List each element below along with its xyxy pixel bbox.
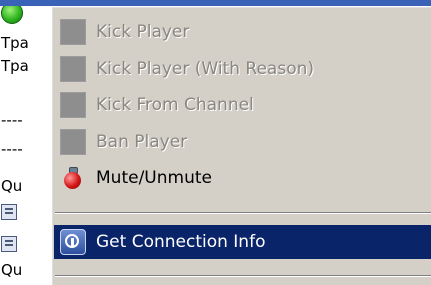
- menu-item-label: Kick Player (With Reason): [96, 59, 314, 79]
- menu-item-label: Get Connection Info: [96, 232, 266, 252]
- menu-separator: [55, 212, 431, 214]
- channel-icon: [1, 236, 17, 252]
- player-list-row-text: ----: [1, 111, 23, 129]
- menu-item-kick-player-with-reason[interactable]: Kick Player (With Reason): [54, 52, 431, 86]
- menu-item-label: Kick Player: [96, 22, 190, 42]
- screen: Tpa Tpa ---- ---- Qu Qu Kick Player Kick…: [0, 0, 431, 285]
- menu-item-kick-player[interactable]: Kick Player: [54, 15, 431, 49]
- player-list-row-text: ----: [1, 140, 23, 158]
- context-menu: Kick Player Kick Player (With Reason) Ki…: [51, 6, 431, 285]
- menu-separator: [55, 275, 431, 277]
- channel-icon: [1, 204, 17, 220]
- menu-item-label: Kick From Channel: [96, 95, 254, 115]
- player-list-row-text: Qu: [1, 261, 23, 279]
- menu-item-get-connection-info[interactable]: Get Connection Info: [54, 225, 431, 259]
- player-list-row-text: Tpa: [1, 57, 29, 75]
- placeholder-icon: [60, 129, 86, 155]
- menu-item-label: Ban Player: [96, 132, 188, 152]
- mute-bomb-icon: [60, 165, 86, 191]
- menu-item-label: Mute/Unmute: [96, 168, 212, 188]
- placeholder-icon: [60, 92, 86, 118]
- placeholder-icon: [60, 56, 86, 82]
- player-list-row-text: Tpa: [1, 34, 29, 52]
- connection-info-icon: [60, 229, 86, 255]
- menu-item-kick-from-channel[interactable]: Kick From Channel: [54, 88, 431, 122]
- player-list-row-text: Qu: [1, 177, 23, 195]
- menu-item-ban-player[interactable]: Ban Player: [54, 125, 431, 159]
- placeholder-icon: [60, 19, 86, 45]
- menu-item-mute-unmute[interactable]: Mute/Unmute: [54, 161, 431, 195]
